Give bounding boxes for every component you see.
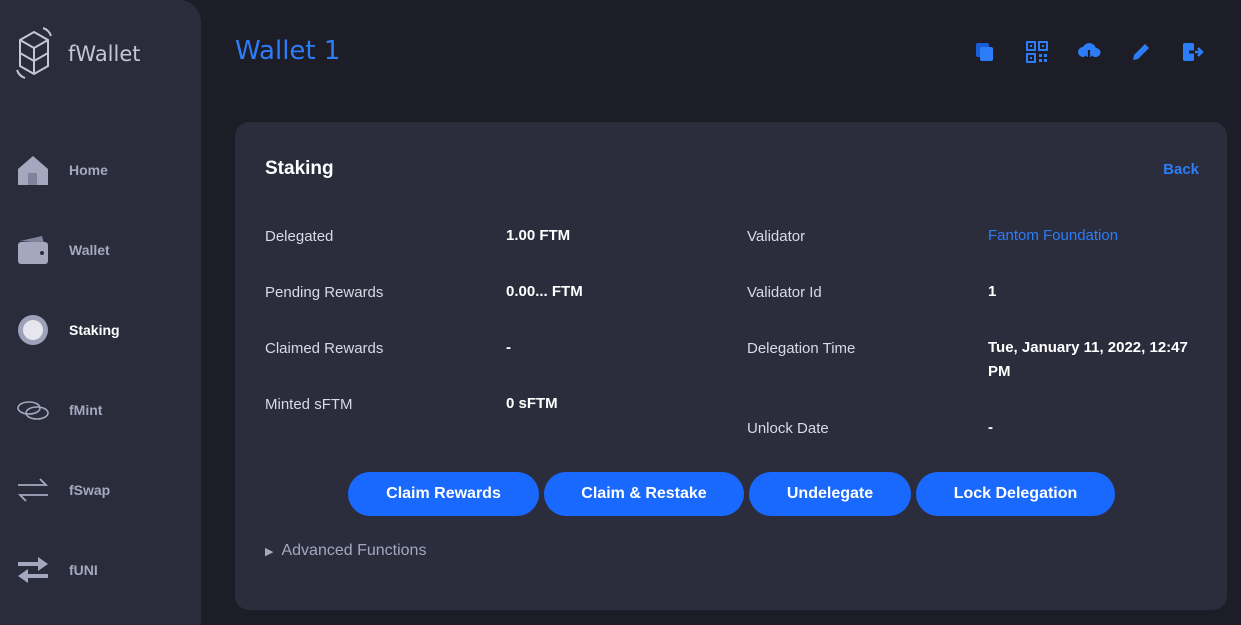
delegated-label: Delegated bbox=[265, 228, 334, 245]
sidebar-item-label: Home bbox=[69, 162, 108, 178]
pending-rewards-value: 0.00... FTM bbox=[506, 283, 583, 300]
validator-id-label: Validator Id bbox=[747, 284, 822, 301]
sidebar-item-wallet[interactable]: Wallet bbox=[16, 230, 110, 270]
sidebar-item-label: fMint bbox=[69, 402, 103, 418]
swap-icon bbox=[16, 473, 50, 507]
copy-icon[interactable] bbox=[959, 38, 1011, 66]
card-title: Staking bbox=[265, 158, 334, 179]
edit-pencil-icon[interactable] bbox=[1115, 38, 1167, 66]
home-icon bbox=[16, 153, 50, 187]
triangle-right-icon: ▶ bbox=[265, 545, 274, 558]
sidebar-item-home[interactable]: Home bbox=[16, 150, 108, 190]
back-link[interactable]: Back bbox=[1163, 161, 1199, 178]
pending-rewards-label: Pending Rewards bbox=[265, 284, 384, 301]
sidebar-item-label: Wallet bbox=[69, 242, 110, 258]
sidebar: fWallet Home Wallet Staking fMint fSwap bbox=[0, 0, 201, 625]
delegation-time-label: Delegation Time bbox=[747, 340, 856, 357]
validator-id-value: 1 bbox=[988, 283, 997, 300]
action-buttons: Claim Rewards Claim & Restake Undelegate… bbox=[348, 472, 1115, 516]
validator-label: Validator bbox=[747, 228, 806, 245]
wallet-icon bbox=[16, 233, 50, 267]
unlock-date-label: Unlock Date bbox=[747, 420, 829, 437]
page-title: Wallet 1 bbox=[235, 36, 341, 66]
validator-link[interactable]: Fantom Foundation bbox=[988, 224, 1118, 248]
logout-icon[interactable] bbox=[1167, 38, 1219, 66]
sidebar-item-label: fSwap bbox=[69, 482, 111, 498]
sidebar-item-fmint[interactable]: fMint bbox=[16, 390, 102, 430]
sidebar-item-label: fUNI bbox=[69, 562, 98, 578]
advanced-functions-label: Advanced Functions bbox=[281, 542, 427, 559]
exchange-arrows-icon bbox=[16, 553, 50, 587]
sidebar-item-label: Staking bbox=[69, 322, 120, 338]
unlock-date-value: - bbox=[988, 419, 993, 436]
minted-sftm-label: Minted sFTM bbox=[265, 396, 353, 413]
claimed-rewards-value: - bbox=[506, 339, 511, 356]
claim-restake-button[interactable]: Claim & Restake bbox=[544, 472, 744, 516]
sidebar-item-fswap[interactable]: fSwap bbox=[16, 470, 110, 510]
undelegate-button[interactable]: Undelegate bbox=[749, 472, 911, 516]
delegation-time-value: Tue, January 11, 2022, 12:47 PM bbox=[988, 339, 1188, 380]
staking-icon bbox=[16, 313, 50, 347]
lock-delegation-button[interactable]: Lock Delegation bbox=[916, 472, 1115, 516]
coins-icon bbox=[16, 393, 50, 427]
delegated-value: 1.00 FTM bbox=[506, 227, 571, 244]
advanced-functions-toggle[interactable]: ▶ Advanced Functions bbox=[265, 542, 426, 560]
claimed-rewards-label: Claimed Rewards bbox=[265, 340, 384, 357]
app-logo[interactable]: fWallet bbox=[14, 26, 141, 82]
claim-rewards-button[interactable]: Claim Rewards bbox=[348, 472, 539, 516]
fantom-logo-icon bbox=[16, 27, 52, 79]
sidebar-item-funi[interactable]: fUNI bbox=[16, 550, 98, 590]
cloud-download-icon[interactable] bbox=[1063, 38, 1115, 66]
qr-code-icon[interactable] bbox=[1011, 38, 1063, 66]
app-name: fWallet bbox=[68, 42, 141, 66]
minted-sftm-value: 0 sFTM bbox=[506, 395, 558, 412]
sidebar-item-staking[interactable]: Staking bbox=[16, 310, 120, 350]
staking-card: Staking Back Delegated 1.00 FTM Pending … bbox=[235, 122, 1227, 610]
header-toolbar bbox=[959, 38, 1219, 66]
